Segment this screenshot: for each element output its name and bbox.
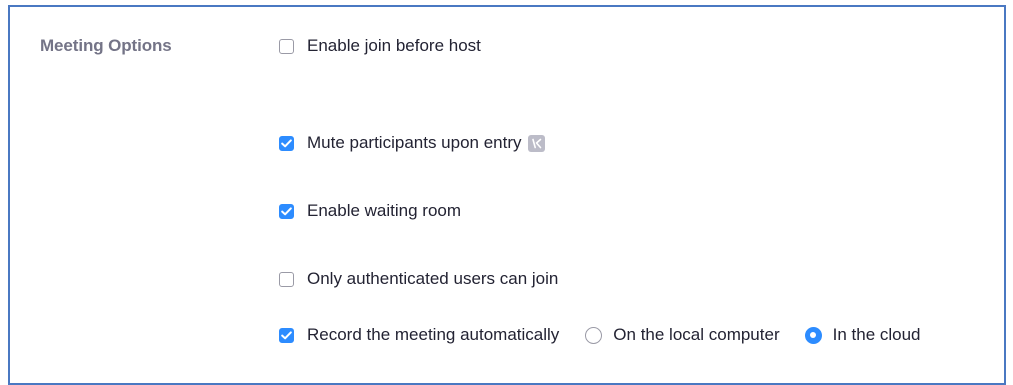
enable-waiting-room-label[interactable]: Enable waiting room — [307, 201, 461, 221]
option-mute-participants[interactable]: Mute participants upon entry — [279, 131, 545, 155]
recording-cloud-radio[interactable] — [804, 326, 822, 344]
option-enable-join-before-host[interactable]: Enable join before host — [279, 34, 481, 58]
option-only-authenticated-users[interactable]: Only authenticated users can join — [279, 267, 558, 291]
mute-participants-checkbox[interactable] — [279, 135, 294, 151]
info-icon[interactable] — [527, 134, 545, 152]
enable-waiting-room-checkbox[interactable] — [279, 203, 294, 219]
recording-cloud-label[interactable]: In the cloud — [833, 325, 921, 345]
recording-local-radio[interactable] — [585, 326, 603, 344]
checkmark-icon — [281, 206, 292, 215]
enable-join-before-host-label[interactable]: Enable join before host — [307, 36, 481, 56]
recording-local-label[interactable]: On the local computer — [613, 325, 779, 345]
only-authenticated-users-checkbox[interactable] — [279, 271, 294, 287]
mute-participants-label[interactable]: Mute participants upon entry — [307, 133, 522, 153]
recording-location-group: On the local computer In the cloud — [585, 325, 921, 345]
checkmark-icon — [281, 138, 292, 147]
recording-cloud-option[interactable]: In the cloud — [804, 325, 921, 345]
section-title: Meeting Options — [40, 36, 172, 55]
record-automatically-label[interactable]: Record the meeting automatically — [307, 325, 559, 345]
option-enable-waiting-room[interactable]: Enable waiting room — [279, 199, 461, 223]
meeting-options-panel: Meeting Options Enable join before host … — [8, 5, 1006, 385]
enable-join-before-host-checkbox[interactable] — [279, 38, 294, 54]
checkmark-icon — [281, 330, 292, 339]
record-automatically-checkbox[interactable] — [279, 327, 294, 343]
only-authenticated-users-label[interactable]: Only authenticated users can join — [307, 269, 558, 289]
option-record-automatically[interactable]: Record the meeting automatically On the … — [279, 323, 921, 347]
recording-local-option[interactable]: On the local computer — [585, 325, 780, 345]
info-glyph-icon — [531, 138, 541, 148]
